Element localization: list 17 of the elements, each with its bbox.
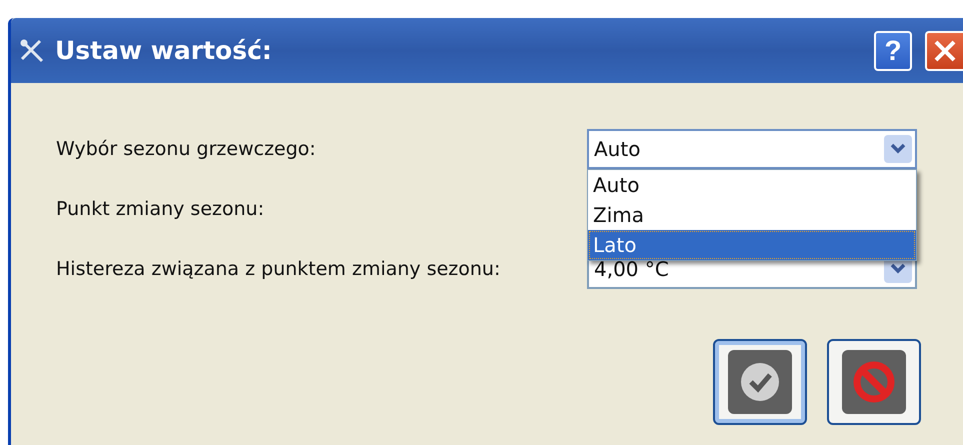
- prohibited-icon: [842, 350, 906, 414]
- field-label: Wybór sezonu grzewczego:: [56, 138, 316, 160]
- window-title: Ustaw wartość:: [55, 36, 273, 65]
- cancel-button[interactable]: [827, 339, 921, 425]
- dropdown-field[interactable]: Auto: [587, 129, 917, 169]
- dropdown-option[interactable]: Zima: [588, 200, 916, 230]
- check-icon: [728, 350, 792, 414]
- help-button[interactable]: ?: [874, 30, 912, 70]
- field-label: Histereza związana z punktem zmiany sezonu:: [56, 258, 500, 280]
- caret-icon: [883, 134, 913, 164]
- close-icon: [933, 38, 957, 62]
- dropdown-option[interactable]: Lato: [588, 230, 916, 260]
- dropdown-option[interactable]: Auto: [588, 170, 916, 200]
- field-label: Punkt zmiany sezonu:: [56, 198, 264, 220]
- tools-icon: [19, 38, 45, 64]
- confirm-button[interactable]: [713, 339, 807, 425]
- close-button[interactable]: [925, 30, 963, 70]
